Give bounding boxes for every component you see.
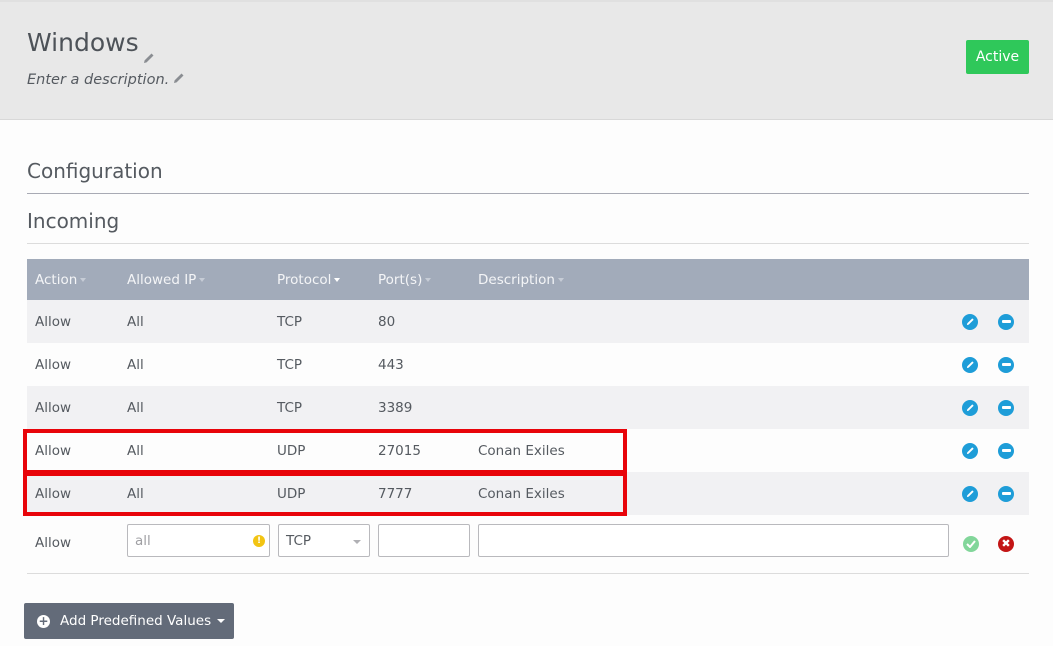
new-rule-row: Allow ! TCP ✖ <box>27 515 1029 574</box>
cell-action: Allow <box>35 442 72 459</box>
incoming-heading: Incoming <box>27 209 120 233</box>
description-text[interactable]: Enter a description. <box>27 72 169 88</box>
cell-allowed-ip: All <box>127 356 144 373</box>
exclamation-circle-icon: ! <box>253 535 265 547</box>
table-row: Allow All UDP 7777 Conan Exiles <box>27 472 1029 515</box>
cell-allowed-ip: All <box>127 442 144 459</box>
cell-ports: 443 <box>378 356 404 373</box>
add-predefined-values-label: Add Predefined Values <box>60 613 212 629</box>
new-rule-action: Allow <box>35 535 72 551</box>
column-header-ports[interactable]: Port(s) <box>378 272 432 288</box>
allowed-ip-input[interactable] <box>127 524 270 557</box>
caret-down-icon <box>199 277 206 282</box>
add-predefined-values-button[interactable]: + Add Predefined Values <box>24 603 234 639</box>
protocol-selected-value: TCP <box>286 532 312 549</box>
remove-rule-minus-icon[interactable] <box>998 313 1014 330</box>
edit-rule-pencil-icon[interactable] <box>962 356 978 373</box>
cell-protocol: TCP <box>277 313 303 330</box>
cell-action: Allow <box>35 313 72 330</box>
incoming-rules-table: Action Allowed IP Protocol Port(s) Descr… <box>27 259 1029 574</box>
protocol-select[interactable]: TCP <box>278 524 370 557</box>
caret-down-icon <box>425 277 432 282</box>
edit-rule-pencil-icon[interactable] <box>962 399 978 416</box>
status-active-button[interactable]: Active <box>966 40 1029 74</box>
column-header-description[interactable]: Description <box>478 272 564 288</box>
caret-down-icon <box>557 277 564 282</box>
incoming-divider <box>27 243 1029 244</box>
cell-action: Allow <box>35 356 72 373</box>
column-header-protocol[interactable]: Protocol <box>277 272 341 288</box>
table-row: Allow All UDP 27015 Conan Exiles <box>27 429 1029 472</box>
remove-rule-minus-icon[interactable] <box>998 356 1014 373</box>
caret-down-icon <box>217 619 226 623</box>
configuration-heading: Configuration <box>27 159 163 183</box>
cell-allowed-ip: All <box>127 399 144 416</box>
cell-allowed-ip: All <box>127 313 144 330</box>
cell-action: Allow <box>35 399 72 416</box>
column-header-action[interactable]: Action <box>35 272 87 288</box>
cell-protocol: TCP <box>277 399 303 416</box>
cell-ports: 27015 <box>378 442 421 459</box>
cell-ports: 7777 <box>378 485 413 502</box>
title-text: Windows <box>27 28 139 57</box>
configuration-divider <box>27 193 1029 194</box>
table-row: Allow All TCP 3389 <box>27 386 1029 429</box>
edit-rule-pencil-icon[interactable] <box>962 313 978 330</box>
caret-down-icon <box>80 277 87 282</box>
description-input[interactable] <box>478 524 949 557</box>
page-description: Enter a description. <box>27 72 185 88</box>
cell-description: Conan Exiles <box>478 485 565 502</box>
cell-protocol: UDP <box>277 485 306 502</box>
table-header: Action Allowed IP Protocol Port(s) Descr… <box>27 259 1029 300</box>
confirm-check-icon[interactable] <box>963 536 979 552</box>
cell-allowed-ip: All <box>127 485 144 502</box>
remove-rule-minus-icon[interactable] <box>998 442 1014 459</box>
remove-rule-minus-icon[interactable] <box>998 485 1014 502</box>
edit-title-pencil-icon[interactable] <box>143 41 155 63</box>
edit-description-pencil-icon[interactable] <box>173 72 185 84</box>
cancel-x-icon[interactable]: ✖ <box>998 536 1014 552</box>
column-header-allowed-ip[interactable]: Allowed IP <box>127 272 206 288</box>
cell-ports: 3389 <box>378 399 413 416</box>
table-row: Allow All TCP 80 <box>27 300 1029 343</box>
table-row: Allow All TCP 443 <box>27 343 1029 386</box>
ports-input[interactable] <box>378 524 470 557</box>
rule-header: Windows Enter a description. Active <box>0 0 1053 120</box>
edit-rule-pencil-icon[interactable] <box>962 442 978 459</box>
cell-ports: 80 <box>378 313 396 330</box>
edit-rule-pencil-icon[interactable] <box>962 485 978 502</box>
cell-protocol: UDP <box>277 442 306 459</box>
page-title: Windows <box>27 28 155 63</box>
chevron-down-icon <box>353 540 361 544</box>
remove-rule-minus-icon[interactable] <box>998 399 1014 416</box>
cell-action: Allow <box>35 485 72 502</box>
plus-circle-icon: + <box>37 613 50 628</box>
cell-description: Conan Exiles <box>478 442 565 459</box>
cell-protocol: TCP <box>277 356 303 373</box>
caret-down-icon <box>334 277 341 282</box>
